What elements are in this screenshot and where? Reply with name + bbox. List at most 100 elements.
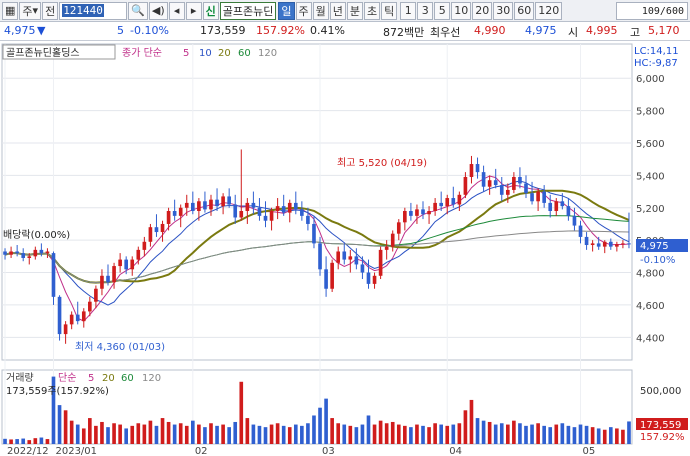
new-icon[interactable]: 신: [202, 1, 219, 20]
volume-bar-35: [215, 425, 219, 444]
candle-body-50: [306, 215, 310, 224]
volume-bar-45: [275, 423, 280, 444]
candle-body-4: [27, 256, 32, 258]
period-tab-4[interactable]: 분: [346, 1, 364, 20]
pct-tag: -0.10%: [640, 255, 675, 266]
candle-body-8: [51, 253, 56, 297]
candle-body-93: [566, 206, 571, 216]
candle-body-74: [451, 198, 456, 205]
y-tick-6000: 6,000: [636, 74, 665, 85]
ma-120: 120: [258, 48, 277, 59]
prev-button[interactable]: 전: [42, 1, 59, 20]
minute-tab-10[interactable]: 10: [451, 1, 472, 20]
volume-bar-61: [372, 424, 377, 444]
minute-tabs: 1 3 5 10 20 30 60 120: [400, 1, 563, 20]
period-dropdown[interactable]: 주 ▾: [19, 1, 42, 20]
chart-stock-name: 골프존뉴딘홀딩스: [6, 46, 80, 59]
candle-body-15: [94, 288, 98, 302]
candle-body-98: [596, 243, 601, 247]
prev-icon[interactable]: ◂: [168, 1, 185, 20]
minute-tab-3[interactable]: 3: [417, 1, 434, 20]
candle-body-48: [293, 202, 298, 210]
speaker-icon[interactable]: ◀): [148, 1, 168, 20]
ma-10: 10: [199, 48, 212, 59]
minute-tab-5[interactable]: 5: [434, 1, 451, 20]
candle-body-51: [312, 223, 316, 244]
candle-body-102: [621, 243, 625, 245]
period-tab-1[interactable]: 주: [295, 1, 312, 20]
moving-average-lines: [4, 175, 630, 322]
volume-bar-84: [512, 420, 516, 444]
volume-bar-98: [596, 428, 601, 444]
candle-body-3: [21, 253, 26, 258]
volume-bar-67: [409, 427, 413, 444]
volume-bar-20: [124, 428, 128, 444]
period-tab-6[interactable]: 틱: [381, 1, 398, 20]
ma-line-5: [4, 175, 630, 322]
volume-bar-1: [9, 439, 13, 444]
volume-bar-0: [3, 438, 7, 444]
volume-bar-29: [178, 423, 183, 444]
vma-20: 20: [102, 373, 115, 384]
volume-bar-3: [21, 438, 26, 444]
next-icon[interactable]: ▸: [185, 1, 202, 20]
volume-bar-27: [166, 421, 171, 444]
page-counter[interactable]: 109/600: [616, 2, 688, 20]
dropdown-label: 주: [22, 4, 33, 18]
vma-120: 120: [142, 373, 161, 384]
price-pane-border: [1, 43, 633, 361]
candle-body-97: [590, 243, 595, 246]
candle-body-40: [245, 202, 250, 211]
candle-body-60: [366, 272, 371, 284]
grid-icon[interactable]: ▦: [2, 1, 19, 20]
down-arrow-icon: ▼: [37, 24, 46, 37]
candle-body-38: [233, 204, 238, 218]
volume-bar-51: [312, 415, 316, 444]
volume-bar-81: [493, 424, 498, 444]
candle-body-54: [330, 262, 334, 289]
minute-tab-1[interactable]: 1: [400, 1, 417, 20]
period-tab-0[interactable]: 일: [278, 1, 295, 20]
volume-bar-62: [378, 420, 383, 444]
candle-body-80: [487, 180, 492, 187]
ma-line-120: [4, 230, 630, 284]
minute-tab-120[interactable]: 120: [535, 1, 563, 20]
ma-60: 60: [238, 48, 251, 59]
period-tab-3[interactable]: 년: [329, 1, 346, 20]
volume-value-label: 173,559주(157.92%): [6, 386, 109, 397]
candle-body-101: [615, 244, 619, 247]
volume-bar-88: [536, 423, 540, 444]
minute-tab-20[interactable]: 20: [472, 1, 493, 20]
candle-body-35: [215, 199, 219, 207]
lc-label: LC:14,11: [634, 46, 679, 57]
volume-bar-30: [184, 425, 189, 444]
volume-bar-77: [469, 399, 474, 444]
volume-bar-14: [88, 418, 92, 444]
period-tab-2[interactable]: 월: [312, 1, 329, 20]
candle-body-81: [493, 180, 498, 186]
minute-tab-60[interactable]: 60: [514, 1, 535, 20]
volume-bar-73: [445, 425, 450, 444]
period-tab-5[interactable]: 초: [364, 1, 381, 20]
candle-body-25: [154, 227, 159, 233]
volume-bar-80: [487, 421, 492, 444]
stock-code-input[interactable]: 121440: [59, 1, 128, 20]
stock-name-field[interactable]: 골프존뉴딘: [219, 1, 277, 20]
search-icon[interactable]: 🔍: [128, 1, 148, 20]
volume-bar-50: [306, 423, 310, 444]
stock-chart[interactable]: 4,4004,6004,8005,0005,2005,4005,6005,800…: [0, 42, 690, 456]
candle-body-89: [542, 191, 546, 203]
volume-bar-24: [148, 420, 153, 444]
volume-bar-13: [81, 428, 86, 444]
candle-body-24: [148, 227, 153, 242]
minute-tab-30[interactable]: 30: [493, 1, 514, 20]
volume-bar-71: [433, 423, 437, 444]
volume-bar-19: [118, 424, 122, 444]
candle-body-95: [578, 225, 583, 237]
volume-bar-101: [615, 428, 619, 444]
volume-bar-28: [172, 424, 177, 444]
candle-body-78: [475, 164, 480, 173]
vma-5: 5: [88, 373, 94, 384]
volume-bar-86: [524, 425, 528, 444]
ma-5: 5: [183, 48, 189, 59]
